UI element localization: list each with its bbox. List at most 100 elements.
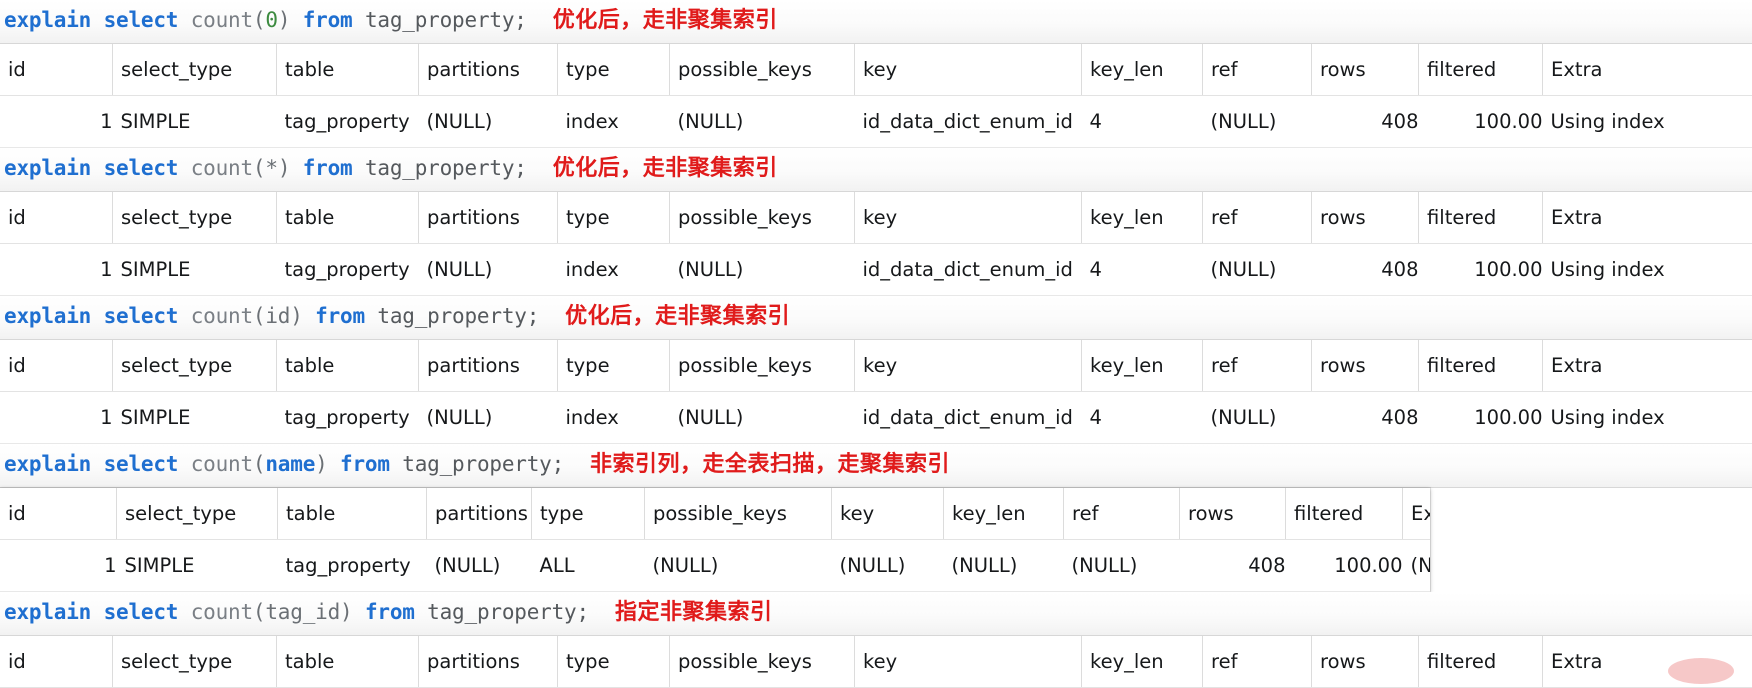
- cell-rows: 408: [1180, 540, 1286, 592]
- column-header-select-type[interactable]: select_type: [117, 488, 278, 540]
- explain-result-table: idselect_typetablepartitionstypepossible…: [0, 192, 1752, 296]
- sql-statement-line: explain select count(name) from tag_prop…: [0, 444, 1752, 488]
- table-header-row: idselect_typetablepartitionstypepossible…: [0, 192, 1752, 244]
- column-header-key[interactable]: key: [855, 340, 1082, 392]
- column-header-possible-keys[interactable]: possible_keys: [645, 488, 832, 540]
- sql-keyword-explain: explain: [4, 304, 91, 328]
- sql-keyword-select: select: [104, 304, 179, 328]
- cell-table: tag_property: [278, 540, 427, 592]
- table-header-row: idselect_typetablepartitionstypepossible…: [0, 488, 1430, 540]
- column-header-extra[interactable]: Extra: [1403, 488, 1431, 540]
- column-header-filtered[interactable]: filtered: [1419, 340, 1543, 392]
- table-row[interactable]: 1SIMPLEtag_property(NULL)index(NULL)id_d…: [0, 96, 1752, 148]
- column-header-rows[interactable]: rows: [1180, 488, 1286, 540]
- column-header-table[interactable]: table: [277, 340, 419, 392]
- column-header-ref[interactable]: ref: [1203, 44, 1312, 96]
- column-header-extra[interactable]: Extra: [1543, 192, 1752, 244]
- cell-table: tag_property: [277, 244, 419, 296]
- column-header-table[interactable]: table: [277, 192, 419, 244]
- column-header-key-len[interactable]: key_len: [944, 488, 1064, 540]
- column-header-select-type[interactable]: select_type: [113, 636, 277, 688]
- sql-annotation-note: 优化后，走非聚集索引: [565, 304, 790, 329]
- column-header-select-type[interactable]: select_type: [113, 340, 277, 392]
- column-header-ref[interactable]: ref: [1203, 636, 1312, 688]
- column-header-rows[interactable]: rows: [1312, 636, 1419, 688]
- column-header-id[interactable]: id: [0, 44, 113, 96]
- column-header-partitions[interactable]: partitions: [419, 44, 558, 96]
- cell-key: id_data_dict_enum_id: [855, 392, 1082, 444]
- table-row[interactable]: 1SIMPLEtag_property(NULL)ALL(NULL)(NULL)…: [0, 540, 1430, 592]
- column-header-id[interactable]: id: [0, 636, 113, 688]
- cell-id: 1: [0, 244, 113, 296]
- column-header-table[interactable]: table: [277, 44, 419, 96]
- column-header-rows[interactable]: rows: [1312, 44, 1419, 96]
- column-header-table[interactable]: table: [278, 488, 427, 540]
- explain-result-table: idselect_typetablepartitionstypepossible…: [0, 44, 1752, 148]
- column-header-extra[interactable]: Extra: [1543, 44, 1752, 96]
- sql-paren-open: (: [253, 304, 265, 328]
- table-row[interactable]: 1SIMPLEtag_property(NULL)index(NULL)id_d…: [0, 244, 1752, 296]
- column-header-key[interactable]: key: [832, 488, 944, 540]
- table-row[interactable]: 1SIMPLEtag_property(NULL)index(NULL)id_d…: [0, 392, 1752, 444]
- column-header-id[interactable]: id: [0, 340, 113, 392]
- blocks-container: explain select count(0) from tag_propert…: [0, 0, 1752, 688]
- explain-result-table-wrapper: idselect_typetablepartitionstypepossible…: [0, 636, 1752, 688]
- sql-annotation-note: 优化后，走非聚集索引: [553, 156, 778, 181]
- cell-rows: 408: [1312, 244, 1419, 296]
- column-header-partitions[interactable]: partitions: [427, 488, 532, 540]
- column-header-key[interactable]: key: [855, 636, 1082, 688]
- column-header-possible-keys[interactable]: possible_keys: [670, 44, 855, 96]
- explain-results-page: explain select count(0) from tag_propert…: [0, 0, 1752, 670]
- column-header-key-len[interactable]: key_len: [1082, 340, 1203, 392]
- column-header-possible-keys[interactable]: possible_keys: [670, 192, 855, 244]
- column-header-key-len[interactable]: key_len: [1082, 44, 1203, 96]
- column-header-partitions[interactable]: partitions: [419, 636, 558, 688]
- cell-filtered: 100.00: [1419, 244, 1543, 296]
- sql-paren-close: ): [278, 8, 290, 32]
- column-header-key-len[interactable]: key_len: [1082, 636, 1203, 688]
- column-header-filtered[interactable]: filtered: [1419, 44, 1543, 96]
- column-header-possible-keys[interactable]: possible_keys: [670, 636, 855, 688]
- bottom-red-artifact: [1668, 658, 1734, 684]
- cell-key-len: 4: [1082, 96, 1203, 148]
- column-header-partitions[interactable]: partitions: [419, 340, 558, 392]
- column-header-key[interactable]: key: [855, 44, 1082, 96]
- column-header-type[interactable]: type: [558, 192, 670, 244]
- cell-type: ALL: [532, 540, 645, 592]
- column-header-key[interactable]: key: [855, 192, 1082, 244]
- sql-paren-close: ): [315, 452, 327, 476]
- cell-table: tag_property: [277, 96, 419, 148]
- column-header-extra[interactable]: Extra: [1543, 340, 1752, 392]
- column-header-select-type[interactable]: select_type: [113, 192, 277, 244]
- sql-statement-line: explain select count(id) from tag_proper…: [0, 296, 1752, 340]
- column-header-key-len[interactable]: key_len: [1082, 192, 1203, 244]
- column-header-select-type[interactable]: select_type: [113, 44, 277, 96]
- column-header-filtered[interactable]: filtered: [1419, 636, 1543, 688]
- column-header-type[interactable]: type: [558, 44, 670, 96]
- column-header-ref[interactable]: ref: [1064, 488, 1180, 540]
- cell-partitions: (NULL): [427, 540, 532, 592]
- sql-paren-open: (: [253, 452, 265, 476]
- column-header-ref[interactable]: ref: [1203, 340, 1312, 392]
- sql-keyword-from: from: [340, 452, 390, 476]
- column-header-id[interactable]: id: [0, 488, 117, 540]
- column-header-type[interactable]: type: [558, 636, 670, 688]
- sql-table-identifier: tag_property;: [365, 156, 527, 180]
- column-header-id[interactable]: id: [0, 192, 113, 244]
- cell-possible-keys: (NULL): [670, 244, 855, 296]
- cell-filtered: 100.00: [1419, 392, 1543, 444]
- column-header-type[interactable]: type: [558, 340, 670, 392]
- column-header-filtered[interactable]: filtered: [1286, 488, 1403, 540]
- sql-function-count: count: [191, 600, 253, 624]
- column-header-type[interactable]: type: [532, 488, 645, 540]
- column-header-rows[interactable]: rows: [1312, 192, 1419, 244]
- column-header-table[interactable]: table: [277, 636, 419, 688]
- cell-partitions: (NULL): [419, 392, 558, 444]
- sql-count-argument: *: [265, 156, 277, 180]
- column-header-partitions[interactable]: partitions: [419, 192, 558, 244]
- column-header-filtered[interactable]: filtered: [1419, 192, 1543, 244]
- column-header-rows[interactable]: rows: [1312, 340, 1419, 392]
- column-header-ref[interactable]: ref: [1203, 192, 1312, 244]
- column-header-possible-keys[interactable]: possible_keys: [670, 340, 855, 392]
- table-header-row: idselect_typetablepartitionstypepossible…: [0, 636, 1752, 688]
